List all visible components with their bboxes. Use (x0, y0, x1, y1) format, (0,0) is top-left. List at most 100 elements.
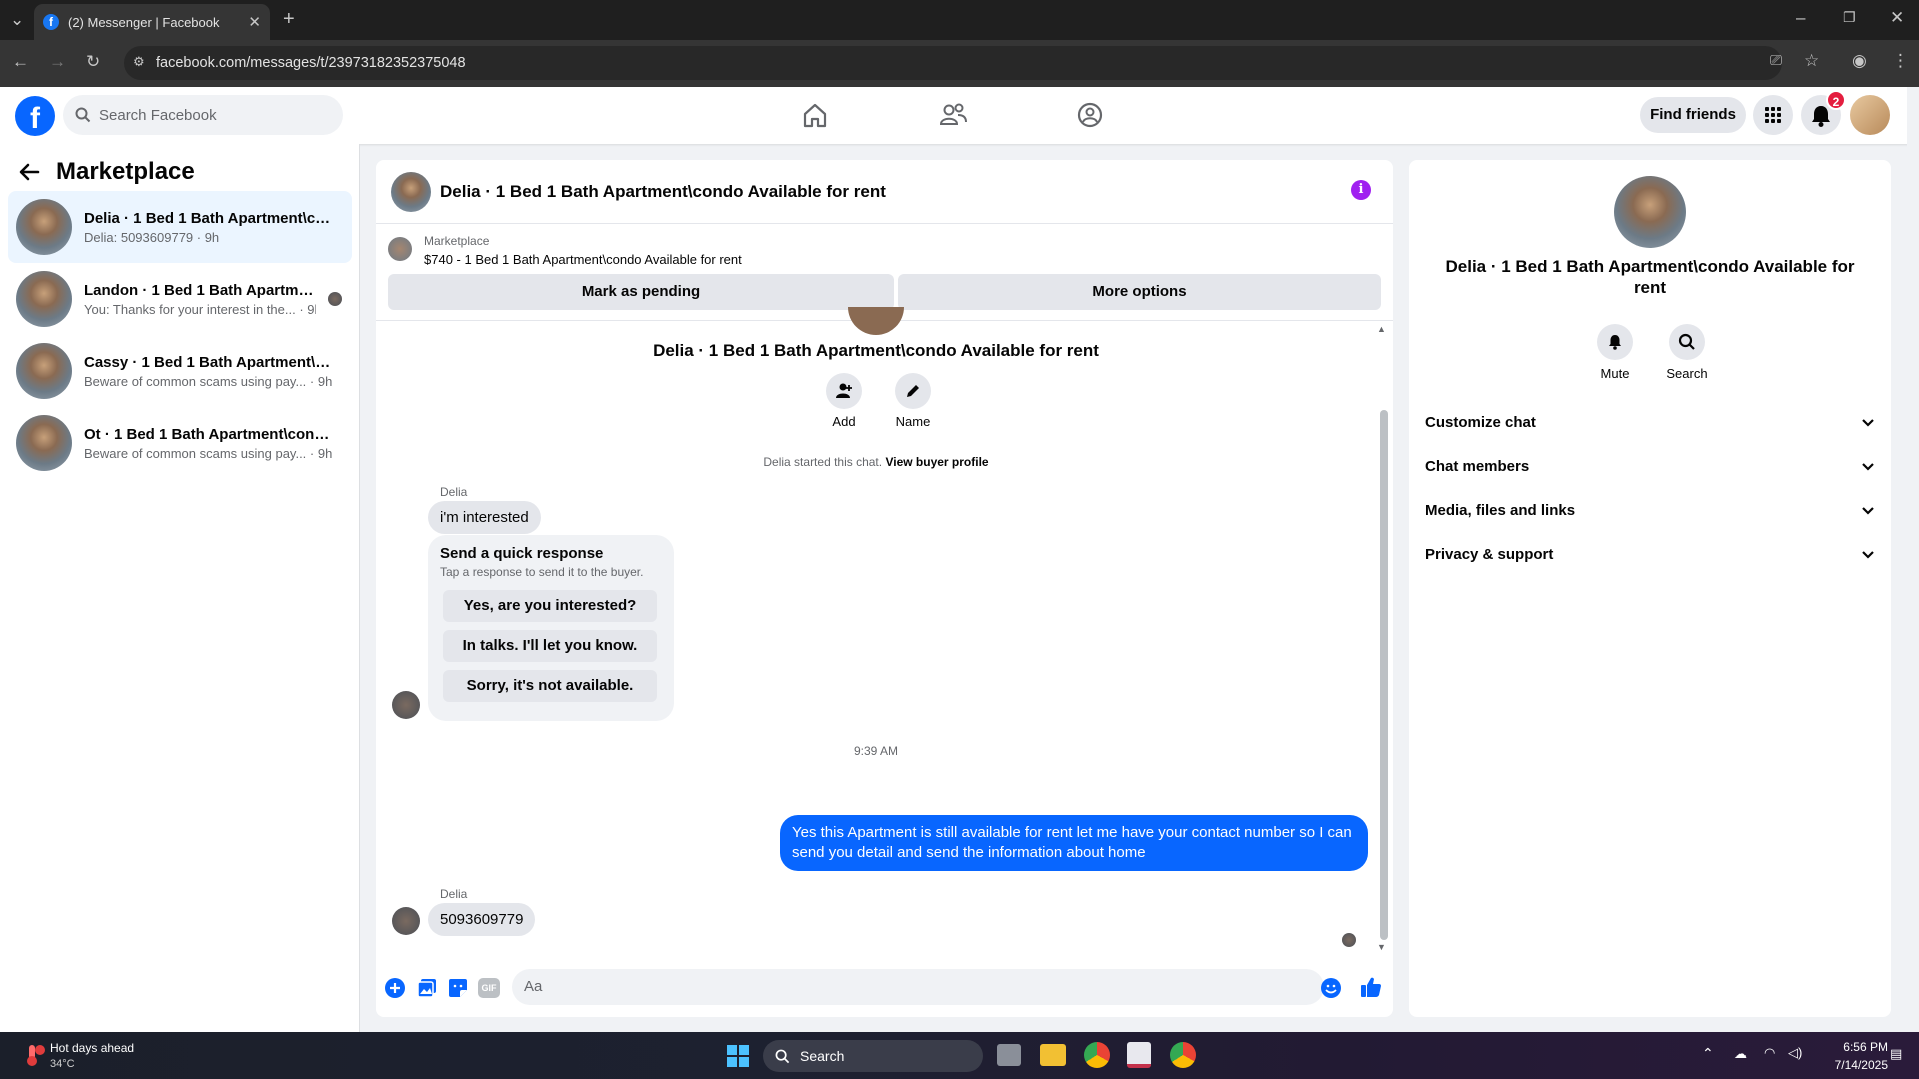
listing-thumbnail (388, 237, 412, 261)
add-label: Add (832, 414, 856, 429)
conversation-item[interactable]: Landon · 1 Bed 1 Bath Apartmen... You: T… (8, 263, 352, 335)
marketplace-sidebar: Marketplace Delia · 1 Bed 1 Bath Apartme… (0, 144, 360, 1032)
conversation-preview: Beware of common scams using pay... · 9h (84, 373, 333, 389)
chrome-icon[interactable] (1084, 1042, 1110, 1068)
clock-date[interactable]: 7/14/2025 (1818, 1058, 1888, 1072)
conversation-preview: Delia: 5093609779 · 9h (84, 229, 220, 245)
conversation-preview: You: Thanks for your interest in the... … (84, 301, 316, 317)
close-tab-icon[interactable]: ✕ (248, 13, 261, 31)
mark-as-pending-button[interactable]: Mark as pending (388, 274, 894, 310)
task-view-icon[interactable] (997, 1044, 1021, 1066)
sender-avatar[interactable] (392, 907, 420, 935)
chat-panel: Delia · 1 Bed 1 Bath Apartment\condo Ava… (376, 160, 1393, 1017)
url-field[interactable]: ⚙ facebook.com/messages/t/23973182352375… (124, 46, 1782, 80)
clock-time[interactable]: 6:56 PM (1818, 1040, 1888, 1054)
scrollbar-thumb[interactable] (1380, 410, 1388, 940)
emoji-icon[interactable] (1320, 977, 1342, 999)
plus-circle-icon[interactable] (384, 977, 406, 999)
conversation-item[interactable]: Delia · 1 Bed 1 Bath Apartment\co... Del… (8, 191, 352, 263)
sticker-icon[interactable] (447, 977, 469, 999)
forward-icon[interactable]: → (49, 52, 66, 72)
like-thumb-icon[interactable] (1359, 975, 1383, 999)
name-chat-button[interactable]: Name (890, 373, 936, 429)
wifi-icon[interactable]: ◠ (1764, 1045, 1775, 1061)
mute-button[interactable]: Mute (1585, 324, 1645, 381)
taskbar-search[interactable]: Search (763, 1040, 983, 1072)
tab-search-icon[interactable]: ⌄ (10, 10, 24, 30)
facebook-logo-icon[interactable]: f (15, 96, 55, 136)
quick-response-button[interactable]: In talks. I'll let you know. (443, 630, 657, 662)
tab-title: (2) Messenger | Facebook (68, 14, 220, 30)
reload-icon[interactable]: ↻ (86, 52, 100, 72)
restore-icon[interactable]: ❐ (1843, 9, 1856, 26)
sender-avatar[interactable] (392, 691, 420, 719)
back-icon[interactable]: ← (12, 52, 29, 72)
window-close-icon[interactable]: ✕ (1890, 8, 1904, 28)
photo-icon[interactable] (416, 977, 438, 999)
more-options-button[interactable]: More options (898, 274, 1381, 310)
account-avatar[interactable] (1850, 95, 1890, 135)
chat-info-avatar (1614, 176, 1686, 248)
media-files-links-row[interactable]: Media, files and links (1425, 488, 1875, 532)
notification-center-icon[interactable]: ▤ (1890, 1046, 1902, 1062)
friends-icon[interactable] (933, 95, 973, 135)
page-scrollbar[interactable] (1907, 87, 1919, 1032)
back-arrow-icon[interactable] (18, 162, 40, 182)
add-people-button[interactable]: Add (821, 373, 867, 429)
chrome-profile-icon[interactable] (1170, 1042, 1196, 1068)
volume-icon[interactable]: ◁) (1788, 1045, 1802, 1061)
search-input[interactable]: Search Facebook (63, 95, 343, 135)
mute-label: Mute (1600, 366, 1630, 381)
windows-start-icon[interactable] (726, 1044, 750, 1068)
message-input[interactable]: Aa (512, 969, 1324, 1005)
conversation-item[interactable]: Ot · 1 Bed 1 Bath Apartment\cond... Bewa… (8, 407, 352, 479)
incoming-message[interactable]: 5093609779 (428, 903, 536, 936)
chat-title[interactable]: Delia · 1 Bed 1 Bath Apartment\condo Ava… (440, 182, 886, 202)
file-explorer-icon[interactable] (1040, 1044, 1066, 1066)
incoming-message[interactable]: i'm interested (428, 501, 541, 534)
onedrive-icon[interactable]: ☁ (1734, 1046, 1747, 1062)
quick-response-subtitle: Tap a response to send it to the buyer. (440, 565, 644, 579)
browser-tab[interactable]: f (2) Messenger | Facebook ✕ (34, 4, 270, 40)
chrome-menu-icon[interactable]: ⋮ (1892, 51, 1909, 71)
privacy-support-row[interactable]: Privacy & support (1425, 532, 1875, 576)
minimize-icon[interactable]: – (1796, 8, 1805, 28)
weather-title[interactable]: Hot days ahead (50, 1041, 134, 1055)
weather-icon[interactable] (20, 1042, 46, 1068)
sender-name: Delia (440, 485, 468, 499)
profile-icon[interactable]: ◉ (1852, 51, 1867, 71)
site-info-icon[interactable]: ⚙ (133, 54, 145, 70)
search-placeholder: Search Facebook (99, 106, 217, 124)
home-icon[interactable] (795, 95, 835, 135)
message-composer: GIF Aa (376, 960, 1393, 1017)
customize-chat-row[interactable]: Customize chat (1425, 400, 1875, 444)
find-friends-button[interactable]: Find friends (1640, 97, 1746, 133)
chat-avatar[interactable] (391, 172, 431, 212)
quick-response-button[interactable]: Yes, are you interested? (443, 590, 657, 622)
install-app-icon[interactable]: ⎚ (1770, 52, 1782, 69)
message-list[interactable]: Delia · 1 Bed 1 Bath Apartment\condo Ava… (376, 307, 1393, 950)
conversation-item[interactable]: Cassy · 1 Bed 1 Bath Apartment\co... Bew… (8, 335, 352, 407)
listing-summary[interactable]: $740 - 1 Bed 1 Bath Apartment\condo Avai… (424, 252, 742, 267)
bookmark-star-icon[interactable]: ☆ (1804, 51, 1819, 71)
scroll-up-icon[interactable]: ▲ (1377, 324, 1386, 334)
groups-icon[interactable] (1070, 95, 1110, 135)
listing-thumbnail (16, 271, 72, 327)
url-text: facebook.com/messages/t/2397318235237504… (156, 55, 466, 71)
section-label: Privacy & support (1425, 545, 1554, 563)
search-in-chat-button[interactable]: Search (1657, 324, 1717, 381)
app-icon[interactable] (1127, 1042, 1151, 1068)
message-timestamp: 9:39 AM (853, 744, 899, 758)
scroll-down-icon[interactable]: ▼ (1377, 942, 1386, 952)
browser-tab-bar: ⌄ f (2) Messenger | Facebook ✕ + – ❐ ✕ (0, 0, 1919, 40)
menu-grid-button[interactable] (1753, 95, 1793, 135)
show-hidden-icons-icon[interactable]: ⌃ (1702, 1045, 1714, 1062)
new-tab-icon[interactable]: + (283, 8, 295, 31)
view-buyer-profile-link[interactable]: View buyer profile (885, 455, 988, 469)
quick-response-button[interactable]: Sorry, it's not available. (443, 670, 657, 702)
gif-icon[interactable]: GIF (478, 978, 500, 998)
search-icon (75, 107, 91, 123)
info-icon[interactable]: i (1351, 180, 1371, 200)
chat-members-row[interactable]: Chat members (1425, 444, 1875, 488)
outgoing-message[interactable]: Yes this Apartment is still available fo… (780, 815, 1368, 871)
